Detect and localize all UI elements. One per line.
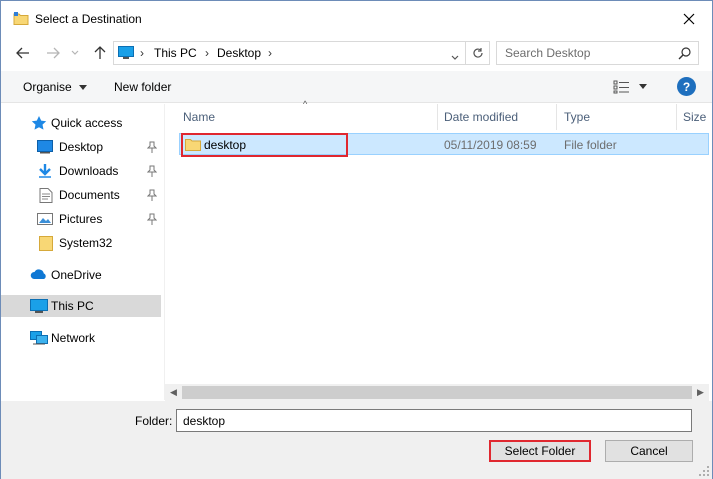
breadcrumb-desktop[interactable]: Desktop xyxy=(217,46,261,60)
nav-item-network[interactable]: Network xyxy=(1,327,161,349)
help-button[interactable]: ? xyxy=(677,77,696,96)
folder-icon xyxy=(185,138,201,151)
column-header-type[interactable]: Type xyxy=(564,104,590,130)
file-name: desktop xyxy=(204,138,247,152)
recent-locations-button[interactable] xyxy=(63,41,87,65)
table-row[interactable]: desktop 05/11/2019 08:59 File folder xyxy=(179,133,709,155)
arrow-up-icon xyxy=(94,46,106,59)
folder-label: Folder: xyxy=(135,414,173,428)
pin-icon[interactable] xyxy=(146,189,158,201)
nav-item-this-pc[interactable]: This PC xyxy=(1,295,161,317)
chevron-down-icon xyxy=(71,50,79,55)
resize-grip-icon[interactable] xyxy=(698,465,710,477)
sort-ascending-icon: ^ xyxy=(303,99,308,109)
window-title: Select a Destination xyxy=(35,12,142,26)
change-view-button[interactable] xyxy=(613,78,653,96)
column-header-name[interactable]: Name xyxy=(183,104,215,130)
column-header-date-modified[interactable]: Date modified xyxy=(444,104,518,130)
address-dropdown-icon[interactable] xyxy=(451,50,459,64)
chevron-right-icon[interactable]: › xyxy=(268,46,272,60)
search-placeholder: Search Desktop xyxy=(505,46,591,60)
network-icon xyxy=(30,331,48,345)
command-bar: Organise New folder ? xyxy=(1,71,712,103)
file-type: File folder xyxy=(564,138,617,152)
this-pc-icon xyxy=(30,299,48,313)
pin-icon[interactable] xyxy=(146,141,158,153)
back-button[interactable] xyxy=(11,41,35,65)
downloads-icon xyxy=(37,164,53,178)
column-separator[interactable] xyxy=(437,104,438,130)
new-folder-button[interactable]: New folder xyxy=(114,80,171,94)
close-icon xyxy=(683,13,695,25)
folder-icon xyxy=(13,12,29,26)
close-button[interactable] xyxy=(666,1,712,37)
search-icon xyxy=(678,46,692,60)
file-date-modified: 05/11/2019 08:59 xyxy=(444,138,537,152)
nav-item-pictures[interactable]: Pictures xyxy=(1,208,161,230)
this-pc-icon xyxy=(118,46,134,60)
nav-item-system32[interactable]: System32 xyxy=(1,232,161,254)
chevron-right-icon[interactable]: › xyxy=(140,46,144,60)
select-folder-button[interactable]: Select Folder xyxy=(489,440,591,462)
chevron-down-icon xyxy=(639,84,647,89)
nav-item-downloads[interactable]: Downloads xyxy=(1,160,161,182)
nav-label-this-pc: This PC xyxy=(51,299,94,313)
star-icon xyxy=(31,116,47,130)
search-input[interactable]: Search Desktop xyxy=(496,41,699,65)
documents-icon xyxy=(39,188,55,203)
scroll-right-icon[interactable]: ▶ xyxy=(692,384,709,401)
nav-label-documents: Documents xyxy=(59,188,120,202)
column-separator[interactable] xyxy=(556,104,557,130)
select-destination-dialog: Select a Destination › This PC › Desktop… xyxy=(0,0,713,479)
navigation-row: › This PC › Desktop › Search Desktop xyxy=(1,39,712,67)
chevron-right-icon[interactable]: › xyxy=(205,46,209,60)
onedrive-icon xyxy=(30,268,46,282)
nav-item-quick-access[interactable]: Quick access xyxy=(1,112,161,134)
pin-icon[interactable] xyxy=(146,213,158,225)
pane-divider[interactable] xyxy=(164,104,165,400)
cancel-button[interactable]: Cancel xyxy=(605,440,693,462)
folder-icon xyxy=(39,236,55,251)
nav-label-system32: System32 xyxy=(59,236,113,250)
nav-label-pictures: Pictures xyxy=(59,212,103,226)
nav-item-onedrive[interactable]: OneDrive xyxy=(1,264,161,286)
scrollbar-thumb[interactable] xyxy=(182,386,692,399)
refresh-button[interactable] xyxy=(466,41,490,65)
arrow-right-icon xyxy=(47,47,60,59)
nav-label-onedrive: OneDrive xyxy=(51,268,102,282)
pictures-icon xyxy=(37,212,53,226)
forward-button[interactable] xyxy=(41,41,65,65)
navigation-pane: Quick access Desktop Downloads Documents… xyxy=(1,104,164,400)
details-view-icon xyxy=(613,80,629,94)
nav-label-downloads: Downloads xyxy=(59,164,119,178)
column-separator[interactable] xyxy=(676,104,677,130)
nav-item-desktop[interactable]: Desktop xyxy=(1,136,161,158)
title-bar: Select a Destination xyxy=(1,1,712,37)
scroll-left-icon[interactable]: ◀ xyxy=(165,384,182,401)
organise-label: Organise xyxy=(23,80,72,94)
refresh-icon xyxy=(472,48,483,58)
breadcrumb-this-pc[interactable]: This PC xyxy=(154,46,197,60)
horizontal-scrollbar[interactable]: ◀ ▶ xyxy=(165,384,709,401)
organise-button[interactable]: Organise xyxy=(23,80,88,94)
nav-label-quick-access: Quick access xyxy=(51,116,123,130)
dialog-footer: Folder: Select Folder Cancel xyxy=(1,401,712,479)
nav-label-desktop: Desktop xyxy=(59,140,104,154)
file-list: Name ^ Date modified Type Size desktop 0… xyxy=(169,99,709,384)
address-bar[interactable]: › This PC › Desktop › xyxy=(113,41,466,65)
chevron-down-icon xyxy=(79,85,88,90)
pin-icon[interactable] xyxy=(146,165,158,177)
up-button[interactable] xyxy=(88,41,112,65)
nav-item-documents[interactable]: Documents xyxy=(1,184,161,206)
arrow-left-icon xyxy=(16,47,29,59)
desktop-icon xyxy=(37,140,53,154)
folder-name-input[interactable] xyxy=(176,409,692,432)
nav-label-network: Network xyxy=(51,331,96,345)
column-header-size[interactable]: Size xyxy=(683,104,706,130)
